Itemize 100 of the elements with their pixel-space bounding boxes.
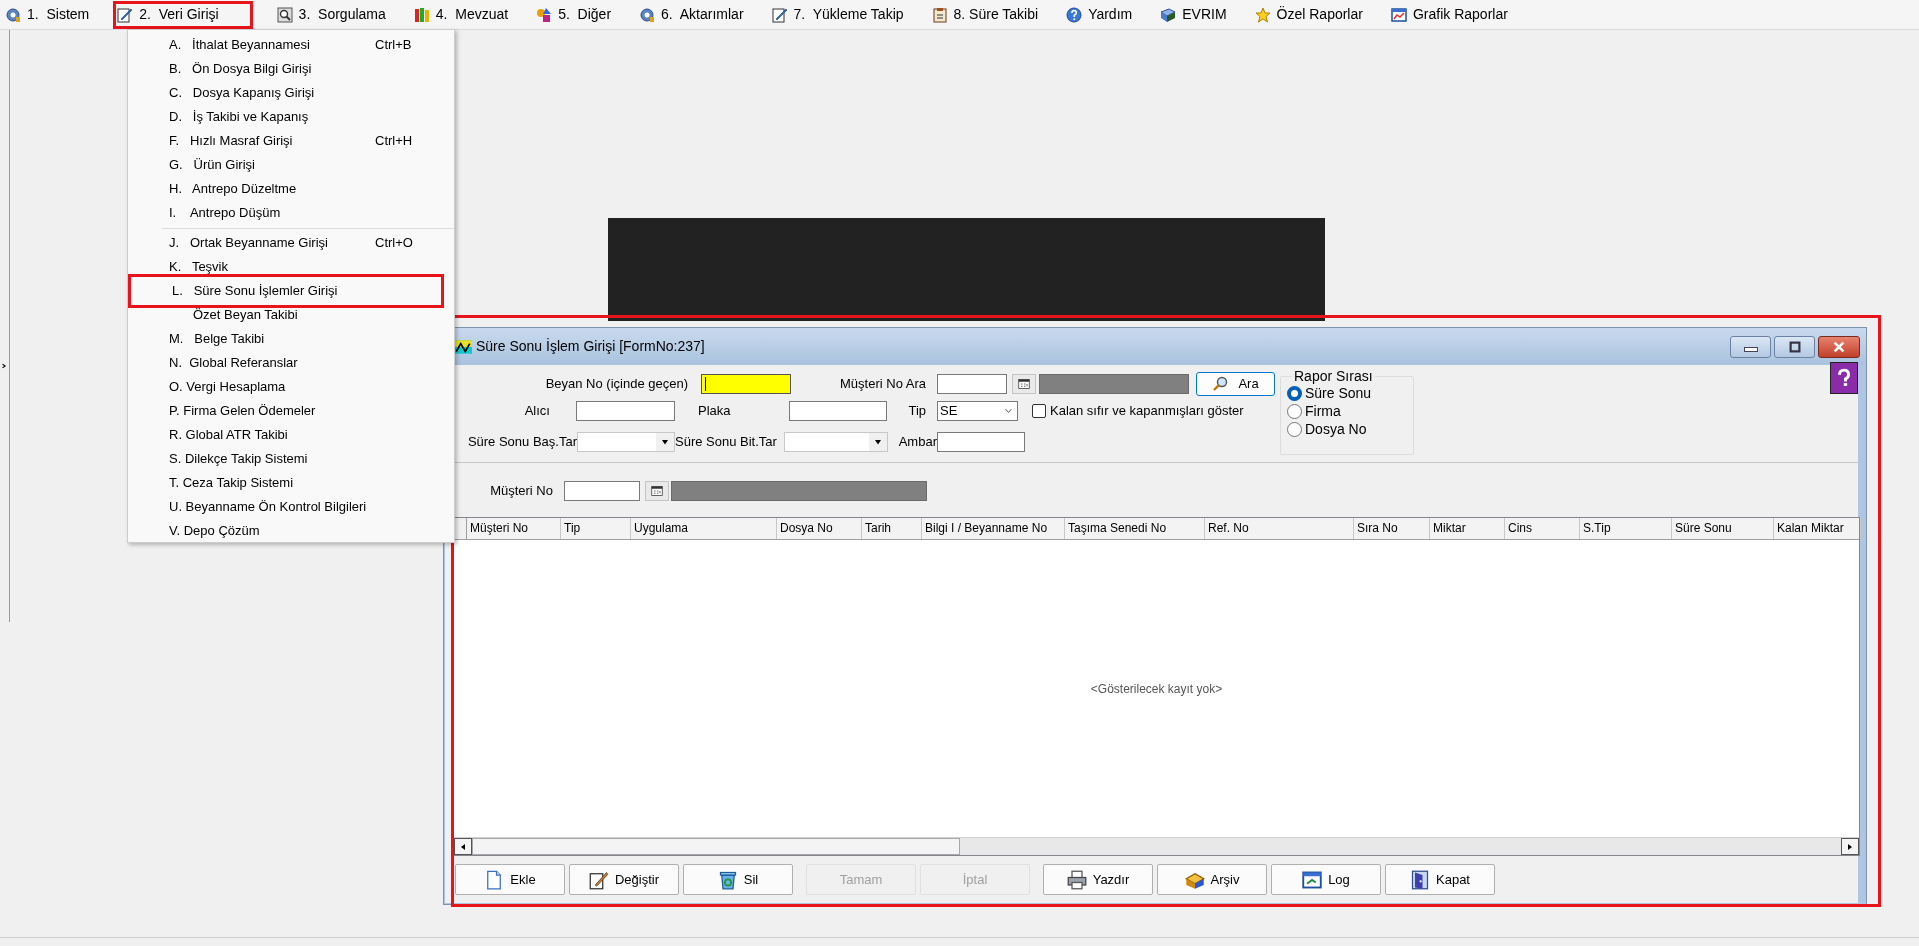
column-header[interactable]: Tip [561, 518, 631, 539]
action-button[interactable]: Ekle [455, 864, 565, 895]
menu-item[interactable]: G. Ürün Girişi [128, 153, 454, 177]
column-header[interactable]: Uygulama [631, 518, 777, 539]
triangle-right-icon [1846, 841, 1854, 852]
action-button[interactable]: Yazdır [1043, 864, 1153, 895]
column-header[interactable]: Süre Sonu [1672, 518, 1774, 539]
menu-item[interactable]: I. Antrepo Düşüm [128, 201, 454, 225]
input-field[interactable] [937, 432, 1025, 452]
column-header[interactable]: Müşteri No [467, 518, 561, 539]
menu-item[interactable]: D. İş Takibi ve Kapanış [128, 105, 454, 129]
field-label: Tip [907, 402, 926, 421]
menu-item[interactable]: 4. Mevzuat [409, 0, 513, 29]
scroll-right-button[interactable] [1841, 838, 1859, 855]
printer-icon [1066, 869, 1087, 890]
pencil-icon [771, 6, 788, 23]
menu-item[interactable]: J. Ortak Beyanname Girişi Ctrl+O [128, 231, 454, 255]
minimize-button[interactable] [1730, 335, 1771, 358]
action-button[interactable]: Değiştir [569, 864, 679, 895]
menu-item[interactable]: P. Firma Gelen Ödemeler [128, 399, 454, 423]
input-field[interactable] [564, 481, 640, 501]
field-label: Ambar [897, 433, 937, 452]
column-header[interactable]: Ref. No [1205, 518, 1354, 539]
maximize-button[interactable] [1774, 335, 1815, 358]
radio-button[interactable] [1287, 421, 1302, 437]
field-label: Süre Sonu Bit.Tar [675, 433, 778, 452]
column-header[interactable]: Taşıma Senedi No [1065, 518, 1205, 539]
column-header[interactable]: Sıra No [1354, 518, 1430, 539]
empty-message: <Gösterilecek kayıt yok> [1090, 680, 1223, 698]
radio-button[interactable] [1287, 385, 1302, 401]
menu-item[interactable]: M. Belge Takibi [128, 327, 454, 351]
radio-option[interactable]: Firma [1287, 402, 1413, 420]
menu-item[interactable]: 1. Sistem [1, 0, 94, 29]
search-icon [276, 6, 293, 23]
menu-item[interactable]: 7. Yükleme Takip [767, 0, 908, 29]
menu-item[interactable]: L. Süre Sonu İşlemler Girişi [128, 274, 444, 308]
input-field[interactable] [789, 401, 887, 421]
beyan-no-field[interactable] [701, 374, 791, 394]
column-header[interactable]: Cins [1505, 518, 1580, 539]
help-button[interactable] [1830, 362, 1858, 394]
gear-icon [5, 6, 21, 23]
menu-item[interactable]: V. Depo Çözüm [128, 519, 454, 543]
radio-button[interactable] [1287, 403, 1302, 419]
calendar-button[interactable] [645, 481, 669, 501]
horizontal-scrollbar[interactable] [454, 837, 1859, 855]
chevron-down-icon [1003, 407, 1014, 415]
column-header[interactable]: Bilgi I / Beyanname No [922, 518, 1065, 539]
menu-item[interactable]: F. Hızlı Masraf Girişi Ctrl+H [128, 129, 454, 153]
menu-item[interactable]: O. Vergi Hesaplama [128, 375, 454, 399]
close-button[interactable] [1818, 335, 1860, 358]
clipboard-icon [931, 6, 948, 23]
radio-option[interactable]: Dosya No [1287, 420, 1413, 438]
menu-item[interactable]: Grafik Raporlar [1386, 0, 1512, 29]
action-button[interactable]: Arşiv [1157, 864, 1267, 895]
menu-item[interactable]: B. Ön Dosya Bilgi Girişi [128, 57, 454, 81]
column-header[interactable]: Miktar [1430, 518, 1505, 539]
column-header[interactable]: Dosya No [777, 518, 862, 539]
menu-item[interactable]: A. İthalat Beyannamesi Ctrl+B [128, 33, 454, 57]
menu-item[interactable]: T. Ceza Takip Sistemi [128, 471, 454, 495]
field-label: Kalan sıfır ve kapanmışları göster [1050, 402, 1244, 421]
field-label: Plaka [697, 402, 732, 421]
dropdown-value: SE [940, 402, 958, 421]
menu-item[interactable]: N. Global Referanslar [128, 351, 454, 375]
calendar-icon [650, 485, 664, 497]
field-label: Süre Sonu Baş.Tar [466, 433, 577, 452]
menu-item[interactable]: 3. Sorgulama [272, 0, 390, 29]
chevron-right-icon[interactable] [1, 361, 7, 371]
menu-item[interactable]: H. Antrepo Düzeltme [128, 177, 454, 201]
search-button[interactable]: Ara [1196, 372, 1275, 396]
input-field[interactable] [576, 401, 675, 421]
menu-item[interactable]: 2. Veri Girişi [113, 0, 253, 29]
action-button[interactable]: Kapat [1385, 864, 1495, 895]
radio-option[interactable]: Süre Sonu [1287, 384, 1413, 402]
field-label: Müşteri No [489, 482, 553, 501]
menu-item[interactable]: EVRIM [1156, 0, 1231, 29]
menu-item[interactable]: R. Global ATR Takibi [128, 423, 454, 447]
action-button[interactable]: Log [1271, 864, 1381, 895]
menu-item[interactable]: 5. Diğer [532, 0, 616, 29]
type-dropdown[interactable]: SE [937, 401, 1018, 421]
dropdown-arrow-icon [873, 438, 883, 446]
column-header[interactable]: Tarih [862, 518, 922, 539]
star-icon [1254, 6, 1271, 23]
column-header[interactable]: S.Tip [1580, 518, 1672, 539]
menu-item[interactable]: U. Beyanname Ön Kontrol Bilgileri [128, 495, 454, 519]
calendar-button[interactable] [1012, 374, 1036, 394]
column-header[interactable]: Kalan Miktar [1774, 518, 1861, 539]
menu-item[interactable]: 8. Süre Takibi [927, 0, 1043, 29]
input-field[interactable] [937, 374, 1007, 394]
menu-item[interactable]: S. Dilekçe Takip Sistemi [128, 447, 454, 471]
close-icon [1832, 339, 1846, 354]
field-label: Müşteri No Ara [839, 375, 926, 394]
scrollbar-thumb[interactable] [472, 838, 960, 855]
pencil-icon [117, 6, 134, 23]
menu-item[interactable]: C. Dosya Kapanış Girişi [128, 81, 454, 105]
checkbox[interactable] [1032, 404, 1046, 418]
action-button[interactable]: Sil [683, 864, 793, 895]
menu-item[interactable]: 6. Aktarımlar [635, 0, 748, 29]
menu-item[interactable]: Yardım [1062, 0, 1137, 29]
scroll-left-button[interactable] [454, 838, 472, 855]
menu-item[interactable]: Özel Raporlar [1250, 0, 1367, 29]
